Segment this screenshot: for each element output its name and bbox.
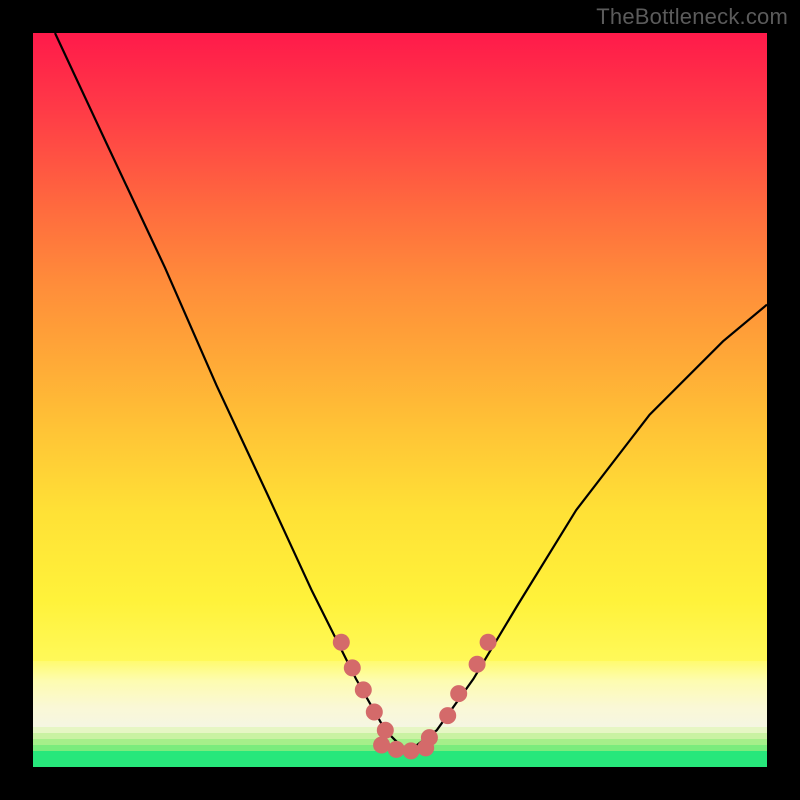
chart-frame: TheBottleneck.com	[0, 0, 800, 800]
curve-right-curve	[407, 305, 767, 753]
curves-layer	[33, 33, 767, 767]
watermark-text: TheBottleneck.com	[596, 4, 788, 30]
curve-marker	[374, 737, 390, 753]
curve-marker	[469, 656, 485, 672]
curve-group	[55, 33, 767, 752]
curve-marker	[421, 730, 437, 746]
plot-area	[33, 33, 767, 767]
curve-marker	[377, 722, 393, 738]
curve-marker	[366, 704, 382, 720]
curve-marker	[333, 634, 349, 650]
curve-marker	[451, 686, 467, 702]
curve-marker	[388, 741, 404, 757]
curve-marker	[480, 634, 496, 650]
curve-marker	[355, 682, 371, 698]
curve-marker	[440, 708, 456, 724]
curve-left-curve	[55, 33, 407, 752]
curve-marker	[344, 660, 360, 676]
marker-group	[333, 634, 496, 759]
curve-marker	[403, 743, 419, 759]
